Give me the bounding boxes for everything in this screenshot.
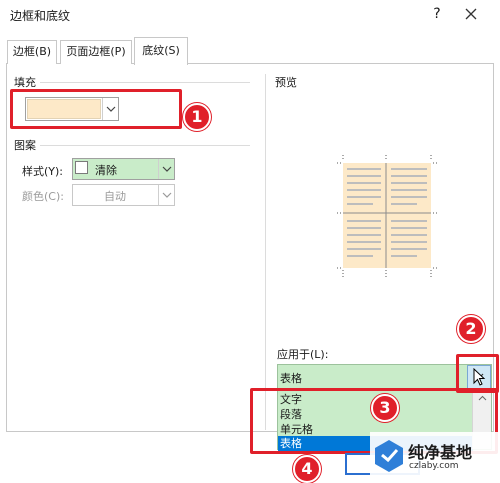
style-value: 清除: [95, 164, 117, 177]
tab-shading[interactable]: 底纹(S): [134, 37, 188, 65]
style-label: 样式(Y):: [22, 165, 64, 178]
watermark-title: 纯净基地: [408, 443, 473, 462]
apply-to-value: 表格: [280, 372, 302, 385]
step-badge-2: 2: [457, 315, 485, 343]
close-button[interactable]: [459, 2, 483, 26]
chevron-down-icon: [162, 166, 172, 172]
apply-to-label: 应用于(L):: [277, 348, 329, 361]
step-badge-3: 3: [371, 394, 399, 422]
pattern-divider: [40, 145, 250, 146]
color-value: 自动: [104, 190, 126, 203]
watermark-logo-icon: [375, 440, 403, 472]
tab-borders[interactable]: 边框(B): [7, 40, 57, 64]
borders-and-shading-dialog: 边框和底纹 ? 边框(B) 页面边框(P) 底纹(S) 填充 图案 样式(Y):…: [0, 0, 500, 483]
dialog-title: 边框和底纹: [10, 9, 71, 23]
help-button[interactable]: ?: [425, 2, 449, 26]
preview-table-graphic: [337, 155, 437, 277]
pattern-section-label: 图案: [14, 139, 36, 152]
watermark-url: czlaby.com: [409, 461, 459, 471]
chevron-down-icon: [162, 192, 172, 198]
color-dropdown-arrow[interactable]: [158, 185, 174, 205]
highlight-fill-frame: [10, 89, 182, 129]
color-label: 颜色(C):: [22, 190, 64, 203]
preview-table: [337, 155, 437, 280]
step-badge-1: 1: [183, 103, 211, 131]
close-icon: [465, 8, 477, 20]
step-badge-4: 4: [293, 455, 321, 483]
fill-section-label: 填充: [14, 76, 36, 89]
tab-page-border[interactable]: 页面边框(P): [60, 40, 132, 64]
style-dropdown-arrow[interactable]: [158, 159, 174, 179]
fill-divider: [40, 82, 250, 83]
style-swatch: [75, 161, 88, 174]
preview-label: 预览: [275, 76, 297, 89]
column-divider: [265, 74, 266, 430]
